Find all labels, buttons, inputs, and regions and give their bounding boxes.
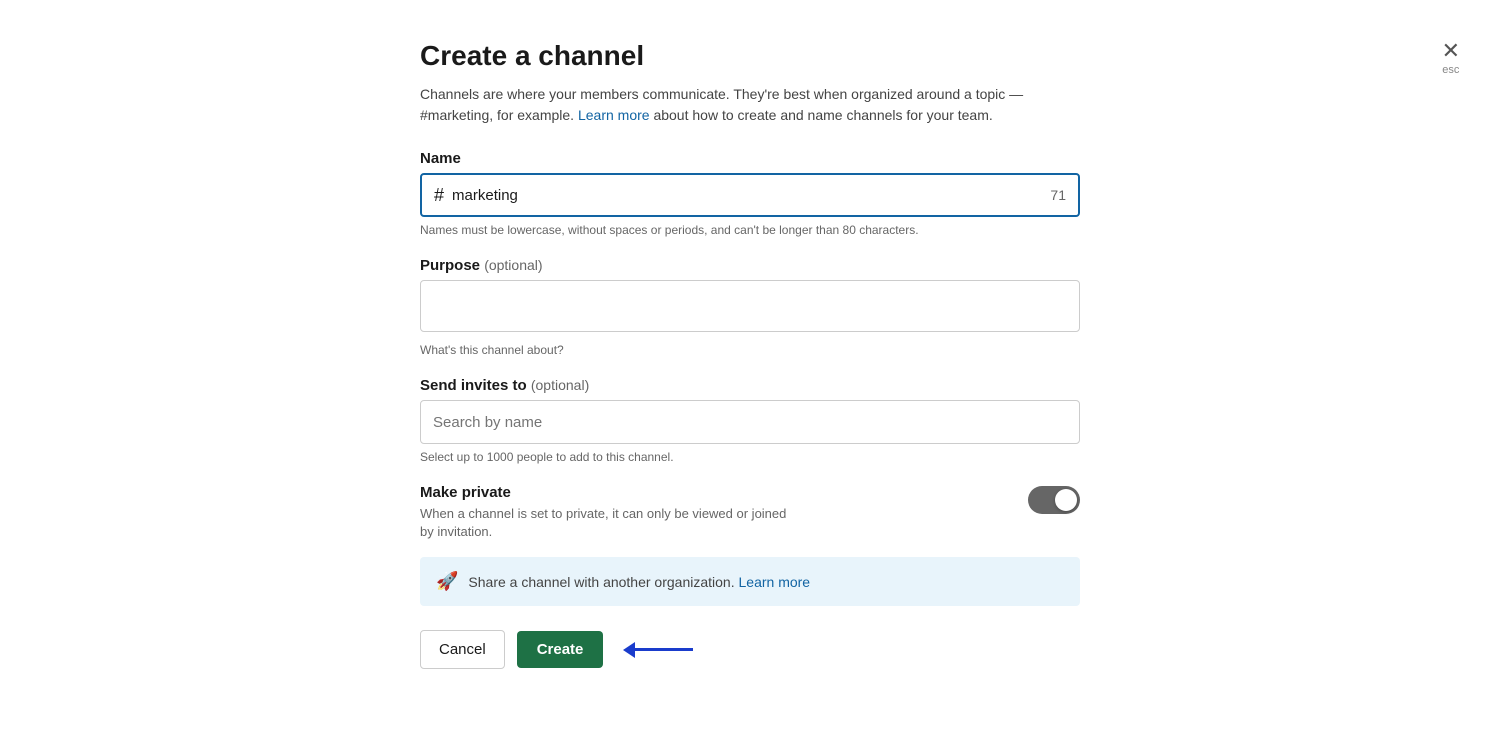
arrow-indicator bbox=[623, 642, 693, 658]
search-hint: Select up to 1000 people to add to this … bbox=[420, 450, 1080, 464]
purpose-input[interactable] bbox=[420, 280, 1080, 332]
hash-prefix: # bbox=[434, 185, 444, 206]
close-icon: ✕ bbox=[1442, 40, 1460, 62]
description-text-2: about how to create and name channels fo… bbox=[650, 107, 993, 123]
send-invites-form-group: Send invites to (optional) Select up to … bbox=[420, 377, 1080, 464]
modal-title: Create a channel bbox=[420, 40, 1080, 72]
search-by-name-input[interactable] bbox=[420, 400, 1080, 444]
make-private-toggle[interactable] bbox=[1028, 486, 1080, 514]
rocket-icon: 🚀 bbox=[436, 571, 458, 592]
share-banner: 🚀 Share a channel with another organizat… bbox=[420, 557, 1080, 606]
send-invites-optional: (optional) bbox=[531, 377, 589, 393]
name-hint: Names must be lowercase, without spaces … bbox=[420, 223, 1080, 237]
name-form-group: Name # 71 Names must be lowercase, witho… bbox=[420, 150, 1080, 237]
make-private-row: Make private When a channel is set to pr… bbox=[420, 484, 1080, 541]
channel-name-input[interactable] bbox=[452, 187, 1050, 204]
make-private-label: Make private bbox=[420, 484, 1008, 501]
close-button[interactable]: ✕ esc bbox=[1442, 40, 1460, 76]
learn-more-link-1[interactable]: Learn more bbox=[578, 107, 650, 123]
create-button[interactable]: Create bbox=[517, 631, 604, 668]
char-count: 71 bbox=[1050, 187, 1066, 203]
purpose-label: Purpose (optional) bbox=[420, 257, 1080, 274]
purpose-form-group: Purpose (optional) What's this channel a… bbox=[420, 257, 1080, 357]
make-private-description: When a channel is set to private, it can… bbox=[420, 506, 786, 539]
share-text: Share a channel with another organizatio… bbox=[468, 574, 810, 590]
cancel-button[interactable]: Cancel bbox=[420, 630, 505, 669]
close-esc-label: esc bbox=[1442, 64, 1459, 76]
button-row: Cancel Create bbox=[420, 630, 1080, 669]
modal-overlay: ✕ esc Create a channel Channels are wher… bbox=[0, 0, 1500, 736]
modal-description: Channels are where your members communic… bbox=[420, 84, 1080, 126]
make-private-toggle-wrapper[interactable] bbox=[1028, 486, 1080, 514]
toggle-knob bbox=[1055, 489, 1077, 511]
name-input-wrapper: # 71 bbox=[420, 173, 1080, 217]
make-private-text: Make private When a channel is set to pr… bbox=[420, 484, 1028, 541]
share-learn-more-link[interactable]: Learn more bbox=[739, 574, 811, 590]
send-invites-label: Send invites to (optional) bbox=[420, 377, 1080, 394]
arrow-line bbox=[633, 648, 693, 651]
modal-content: Create a channel Channels are where your… bbox=[420, 40, 1080, 669]
purpose-hint: What's this channel about? bbox=[420, 343, 1080, 357]
name-label: Name bbox=[420, 150, 1080, 167]
purpose-optional: (optional) bbox=[484, 257, 542, 273]
